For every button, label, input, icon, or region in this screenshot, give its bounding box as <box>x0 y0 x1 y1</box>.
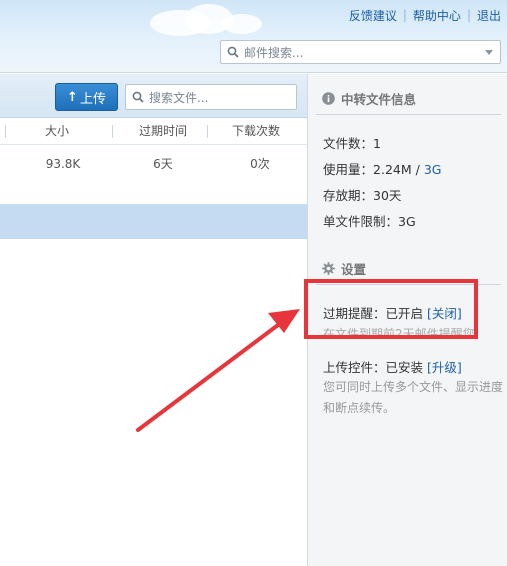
top-header: 反馈建议 | 帮助中心 | 退出 邮件搜索... <box>0 0 507 73</box>
upload-arrow-icon: ↑ <box>67 89 78 105</box>
mail-search-input[interactable]: 邮件搜索... <box>220 40 501 64</box>
upload-plugin-description: 您可同时上传多个文件、显示进度和断点续传。 <box>323 380 504 415</box>
upload-plugin-upgrade-link[interactable]: [升级] <box>427 360 462 375</box>
usage-label: 使用量： <box>323 162 374 177</box>
upload-button-label: 上传 <box>79 91 106 107</box>
file-limit-label: 单文件限制： <box>323 214 399 229</box>
file-limit-value: 3G <box>398 214 416 229</box>
help-center-link[interactable]: 帮助中心 <box>413 7 461 24</box>
cloud-decoration <box>222 14 262 34</box>
logout-link[interactable]: 退出 <box>477 7 501 24</box>
chevron-down-icon[interactable] <box>485 49 493 55</box>
usage-row: 使用量：2.24M / 3G <box>323 159 441 178</box>
feedback-link[interactable]: 反馈建议 <box>349 7 397 24</box>
upload-plugin-row: 上传控件：已安装 [升级] <box>323 357 462 376</box>
column-header-expire[interactable]: 过期时间 <box>122 118 204 145</box>
file-search-input[interactable]: 搜索文件... <box>125 84 297 110</box>
upload-button[interactable]: ↑ 上传 <box>55 83 118 111</box>
file-downloads: 0次 <box>250 157 270 171</box>
file-count-row: 文件数：1 <box>323 133 381 152</box>
column-divider <box>207 125 208 138</box>
upload-plugin-status: 已安装 <box>385 360 424 375</box>
table-row[interactable]: 93.8K 6天 0次 <box>0 146 307 188</box>
settings-title-text: 设置 <box>341 261 367 277</box>
search-icon <box>227 46 239 58</box>
file-list-panel: ↑ 上传 搜索文件... 大小 过期时间 下载次数 93.8K 6天 0次 <box>0 74 307 566</box>
gear-icon <box>322 261 335 275</box>
selected-row-highlight <box>0 204 307 239</box>
settings-section-title: 设置 <box>322 258 366 278</box>
file-size: 93.8K <box>45 157 81 171</box>
info-title-text: 中转文件信息 <box>341 91 417 107</box>
file-expire: 6天 <box>153 157 173 171</box>
mail-search-placeholder: 邮件搜索... <box>244 45 304 60</box>
table-header: 大小 过期时间 下载次数 <box>0 118 307 145</box>
link-separator: | <box>466 8 471 22</box>
retention-value: 30天 <box>373 188 402 203</box>
column-header-downloads[interactable]: 下载次数 <box>220 118 292 145</box>
top-links: 反馈建议 | 帮助中心 | 退出 <box>349 6 501 24</box>
usage-separator: / <box>411 162 424 177</box>
info-section-title: 中转文件信息 <box>322 88 416 108</box>
section-divider <box>316 114 501 115</box>
file-count-value: 1 <box>373 136 381 151</box>
file-search-placeholder: 搜索文件... <box>149 90 209 105</box>
column-divider <box>5 125 6 138</box>
link-separator: | <box>402 8 407 22</box>
retention-row: 存放期：30天 <box>323 185 401 204</box>
toolbar: ↑ 上传 搜索文件... <box>0 74 307 118</box>
retention-label: 存放期： <box>323 188 374 203</box>
column-header-size[interactable]: 大小 <box>22 118 92 145</box>
usage-total: 3G <box>423 162 442 177</box>
annotation-highlight-box <box>304 279 478 339</box>
upload-plugin-label: 上传控件： <box>323 360 386 375</box>
column-divider <box>112 125 113 138</box>
search-icon <box>132 91 144 103</box>
info-icon <box>322 91 335 105</box>
file-limit-row: 单文件限制：3G <box>323 211 416 230</box>
usage-used: 2.24M <box>373 162 412 177</box>
file-count-label: 文件数： <box>323 136 374 151</box>
